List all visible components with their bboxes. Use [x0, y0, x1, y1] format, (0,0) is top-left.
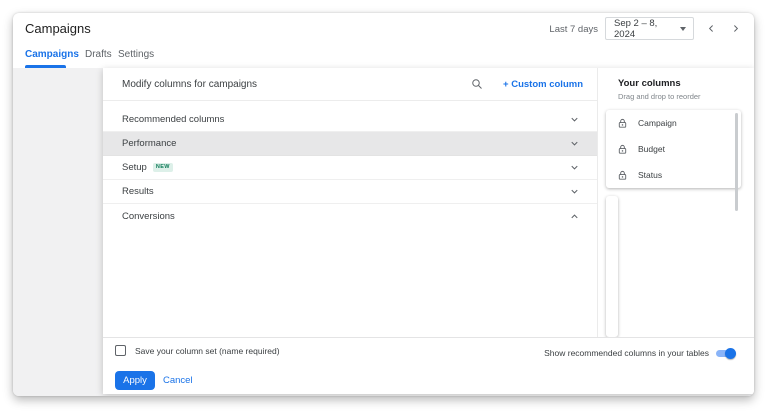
chevron-down-icon — [569, 114, 580, 125]
section-conversions[interactable]: Conversions — [103, 204, 597, 228]
section-performance[interactable]: Performance — [103, 132, 597, 156]
date-range-selector[interactable]: Sep 2 – 8, 2024 — [605, 17, 694, 40]
column-item-avg-cost[interactable]: Avg. cost — [606, 316, 618, 337]
cancel-button[interactable]: Cancel — [163, 371, 193, 390]
column-item-campaign-type[interactable]: Campaign type — [606, 196, 618, 217]
your-columns-title: Your columns — [618, 78, 681, 89]
lock-icon — [618, 118, 627, 128]
rail-scrollbar[interactable] — [735, 113, 738, 211]
show-recommended-toggle[interactable] — [715, 347, 736, 359]
show-recommended-row: Show recommended columns in your tables — [544, 347, 736, 359]
column-item-avg-cpc[interactable]: Avg. CPC — [606, 268, 618, 289]
tab-drafts[interactable]: Drafts — [85, 49, 112, 60]
dialog-footer: Save your column set (name required) Sho… — [103, 337, 754, 394]
section-label: Performance — [122, 138, 177, 149]
draggable-columns-card: Campaign type Clicks CTR — [606, 196, 618, 337]
section-label: Recommended columns — [122, 114, 225, 125]
lock-icon — [618, 170, 627, 180]
locked-column-status: Status — [606, 162, 741, 188]
tab-bar: Campaigns Drafts Settings — [13, 46, 754, 69]
your-columns-subtitle: Drag and drop to reorder — [618, 92, 701, 101]
chevron-down-icon — [569, 186, 580, 197]
conversions-checkbox-grid: Conversions Cost / conv. Conv. rate Conv… — [103, 228, 597, 337]
screenshot-frame: Campaigns Last 7 days Sep 2 – 8, 2024 Ca… — [0, 0, 768, 411]
chevron-down-icon — [569, 162, 580, 173]
new-badge: NEW — [152, 163, 173, 172]
column-item-impr[interactable]: Impr. — [606, 292, 618, 313]
lock-icon — [618, 144, 627, 154]
search-icon — [472, 79, 482, 89]
page-title: Campaigns — [25, 21, 91, 36]
modify-columns-dialog: Modify columns for campaigns + Custom co… — [103, 68, 754, 394]
section-label: Conversions — [122, 210, 175, 222]
campaigns-window: Campaigns Last 7 days Sep 2 – 8, 2024 Ca… — [13, 13, 754, 396]
column-item-clicks[interactable]: Clicks — [606, 220, 618, 241]
locked-column-campaign: Campaign — [606, 110, 741, 136]
previous-period-button[interactable] — [704, 21, 718, 35]
save-column-set-checkbox[interactable]: Save your column set (name required) — [115, 345, 280, 356]
section-setup[interactable]: Setup NEW — [103, 156, 597, 180]
your-columns-header: Your columns Drag and drop to reorder — [618, 78, 701, 101]
search-button[interactable] — [471, 78, 483, 90]
section-recommended-columns[interactable]: Recommended columns — [103, 108, 597, 132]
section-results[interactable]: Results — [103, 180, 597, 204]
apply-button[interactable]: Apply — [115, 371, 155, 390]
content-area: Modify columns for campaigns + Custom co… — [13, 68, 754, 396]
dialog-header: Modify columns for campaigns + Custom co… — [103, 68, 597, 101]
your-columns-panel: Your columns Drag and drop to reorder Ca… — [597, 68, 754, 337]
chevron-down-icon — [569, 138, 580, 149]
chevron-left-icon — [708, 24, 713, 32]
tab-settings[interactable]: Settings — [118, 49, 154, 60]
date-range-value: Sep 2 – 8, 2024 — [614, 17, 658, 40]
toggle-knob — [725, 347, 736, 359]
checkbox-icon — [115, 345, 126, 356]
dropdown-caret-icon — [680, 26, 686, 31]
section-label: Setup — [122, 162, 147, 173]
chevron-right-icon — [733, 24, 738, 32]
section-label: Results — [122, 186, 154, 197]
next-period-button[interactable] — [728, 21, 742, 35]
custom-column-button[interactable]: + Custom column — [503, 79, 583, 90]
dialog-title: Modify columns for campaigns — [122, 78, 258, 90]
chevron-up-icon — [569, 211, 580, 222]
column-item-ctr[interactable]: CTR — [606, 244, 618, 265]
locked-columns-card: Campaign Budget Status — [606, 110, 741, 188]
tab-campaigns[interactable]: Campaigns — [25, 49, 79, 60]
locked-column-budget: Budget — [606, 136, 741, 162]
date-range-preset-label: Last 7 days — [549, 24, 598, 35]
